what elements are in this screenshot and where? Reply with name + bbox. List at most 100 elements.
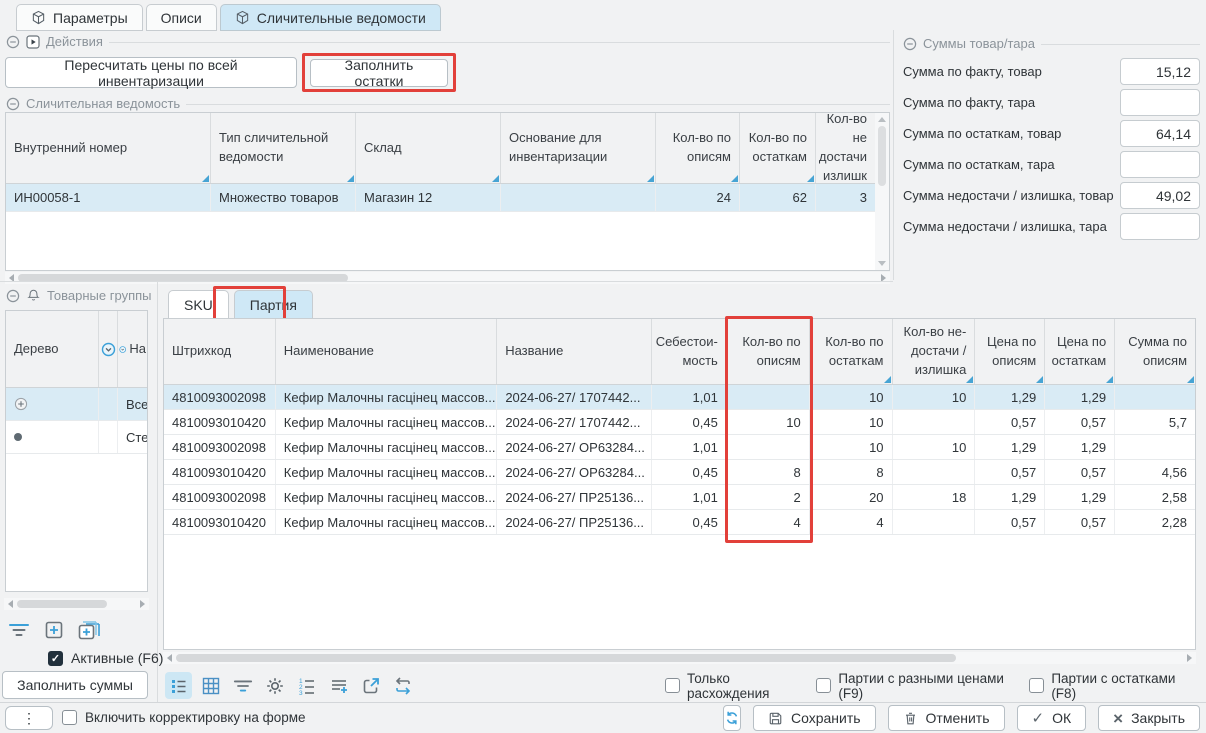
col-basis[interactable]: Основание для инвентаризации — [501, 113, 656, 183]
groups-toolbar — [8, 620, 102, 643]
expand-all-icon[interactable] — [78, 620, 102, 643]
tab-label: Параметры — [53, 10, 128, 26]
sum-balances-goods-field[interactable]: 64,14 — [1120, 120, 1200, 147]
tab-batch[interactable]: Партия — [234, 290, 313, 319]
sum-shortage-tare-field[interactable] — [1120, 213, 1200, 240]
grid-view-icon[interactable] — [197, 672, 224, 699]
statement-row[interactable]: ИН00058-1 Множество товаров Магазин 12 2… — [6, 184, 875, 212]
statement-horizontal-scrollbar[interactable] — [5, 272, 890, 284]
adjust-on-form-checkbox[interactable] — [62, 710, 77, 725]
cell-qty-lists: 10 — [727, 410, 810, 434]
cell-qty-shortage: 3 — [816, 184, 875, 211]
col-name[interactable]: Наименование — [276, 319, 497, 384]
col-price-lists[interactable]: Цена по описям — [975, 319, 1045, 384]
cell-qty-lists: 4 — [727, 510, 810, 534]
sum-fact-tare-field[interactable] — [1120, 89, 1200, 116]
sum-fact-goods-field[interactable]: 15,12 — [1120, 58, 1200, 85]
reload-loop-icon[interactable] — [389, 672, 416, 699]
close-button[interactable]: × Закрыть — [1098, 705, 1200, 731]
numbered-list-icon[interactable]: 123 — [293, 672, 320, 699]
collapse-icon[interactable] — [6, 289, 20, 303]
collapse-icon[interactable] — [6, 97, 20, 111]
col-qty-shortage[interactable]: Кол-во не достачи излишк — [816, 113, 875, 183]
col-tree[interactable]: Дерево — [6, 311, 99, 387]
settings-gear-icon[interactable] — [261, 672, 288, 699]
sum-shortage-goods-field[interactable]: 49,02 — [1120, 182, 1200, 209]
main-tab-bar: Параметры Описи Сличительные ведомости — [16, 4, 441, 31]
col-title[interactable]: Название — [497, 319, 652, 384]
vertical-divider — [157, 282, 158, 702]
only-discrepancies-checkbox[interactable] — [665, 678, 680, 693]
refresh-icon — [724, 710, 740, 726]
tree-row-all[interactable]: Все — [6, 388, 147, 421]
tree-row-label: Стекло — [118, 421, 147, 453]
col-warehouse[interactable]: Склад — [356, 113, 501, 183]
sum-balances-tare-field[interactable] — [1120, 151, 1200, 178]
active-checkbox[interactable]: ✓ — [48, 651, 63, 666]
cell-cost: 1,01 — [652, 435, 727, 459]
open-external-icon[interactable] — [357, 672, 384, 699]
tab-parameters[interactable]: Параметры — [16, 4, 143, 31]
tree-filter-icon[interactable] — [99, 311, 118, 387]
col-cost[interactable]: Себестои- мость — [652, 319, 727, 384]
save-button[interactable]: Сохранить — [753, 705, 876, 731]
col-qty-shortage[interactable]: Кол-во не- достачи / излишка — [893, 319, 976, 384]
groups-horizontal-scrollbar[interactable] — [4, 598, 149, 610]
col-internal-number[interactable]: Внутренний номер — [6, 113, 211, 183]
cancel-button[interactable]: Отменить — [888, 705, 1005, 731]
cell-qty-shortage: 18 — [893, 485, 976, 509]
trash-icon — [903, 711, 918, 726]
detail-row[interactable]: 4810093002098 Кефир Малочны гасцінец мас… — [164, 485, 1195, 510]
fill-balances-button[interactable]: Заполнить остатки — [310, 59, 448, 87]
fill-sums-button[interactable]: Заполнить суммы — [2, 671, 148, 699]
group-rule — [1041, 44, 1200, 45]
col-qty-balances[interactable]: Кол-во по остаткам — [810, 319, 893, 384]
cell-title: 2024-06-27/ ОР63284... — [497, 435, 652, 459]
expand-node-icon[interactable] — [44, 620, 64, 643]
collapse-icon[interactable] — [6, 35, 20, 49]
detail-row[interactable]: 4810093010420 Кефир Малочны гасцінец мас… — [164, 510, 1195, 535]
tree-expander-icon[interactable] — [6, 388, 99, 420]
detail-horizontal-scrollbar[interactable] — [163, 652, 1196, 664]
col-qty-lists[interactable]: Кол-во по описям — [656, 113, 740, 183]
detail-row[interactable]: 4810093002098 Кефир Малочны гасцінец мас… — [164, 435, 1195, 460]
with-balances-checkbox[interactable] — [1029, 678, 1044, 693]
col-price-balances[interactable]: Цена по остаткам — [1045, 319, 1115, 384]
cell-price-balances: 1,29 — [1045, 435, 1115, 459]
tab-inventories[interactable]: Описи — [146, 4, 217, 31]
col-name[interactable]: На — [118, 311, 147, 387]
tree-funnel-icon[interactable] — [8, 622, 30, 641]
tab-comparison-statements[interactable]: Сличительные ведомости — [220, 4, 441, 31]
sum-label: Сумма по остаткам, товар — [903, 126, 1061, 141]
adjust-on-form-row: Включить корректировку на форме — [62, 710, 306, 725]
col-qty-lists[interactable]: Кол-во по описям — [727, 319, 810, 384]
different-prices-checkbox[interactable] — [816, 678, 831, 693]
tab-sku[interactable]: SKU — [168, 290, 229, 319]
filter-icon[interactable] — [229, 672, 256, 699]
cell-cost: 0,45 — [652, 510, 727, 534]
refresh-button[interactable] — [723, 705, 741, 731]
collapse-icon[interactable] — [903, 37, 917, 51]
statement-vertical-scrollbar[interactable] — [875, 113, 889, 270]
cell-price-balances: 1,29 — [1045, 385, 1115, 409]
sums-group-title: Суммы товар/тара — [923, 36, 1035, 51]
recalc-prices-button[interactable]: Пересчитать цены по всей инвентаризации — [5, 57, 297, 88]
col-qty-balances[interactable]: Кол-во по остаткам — [740, 113, 816, 183]
cell-barcode: 4810093002098 — [164, 385, 276, 409]
detail-row[interactable]: 4810093010420 Кефир Малочны гасцінец мас… — [164, 460, 1195, 485]
detail-row[interactable]: 4810093010420 Кефир Малочны гасцінец мас… — [164, 410, 1195, 435]
more-menu-button[interactable]: ⋮ — [5, 706, 53, 730]
cell-qty-balances: 10 — [810, 435, 893, 459]
add-row-icon[interactable] — [325, 672, 352, 699]
col-barcode[interactable]: Штрихкод — [164, 319, 276, 384]
sum-label: Сумма недостачи / излишка, товар — [903, 188, 1114, 203]
cell-cost: 1,01 — [652, 485, 727, 509]
detail-row[interactable]: 4810093002098 Кефир Малочны гасцінец мас… — [164, 385, 1195, 410]
ok-button[interactable]: ✓ ОК — [1017, 705, 1087, 731]
col-statement-type[interactable]: Тип сличительной ведомости — [211, 113, 356, 183]
cell-name: Кефир Малочны гасцінец массов... — [276, 385, 498, 409]
list-view-icon[interactable] — [165, 672, 192, 699]
name-filter-icon — [119, 342, 126, 357]
tree-row-glass[interactable]: Стекло — [6, 421, 147, 454]
col-sum-lists[interactable]: Сумма по описям — [1115, 319, 1195, 384]
